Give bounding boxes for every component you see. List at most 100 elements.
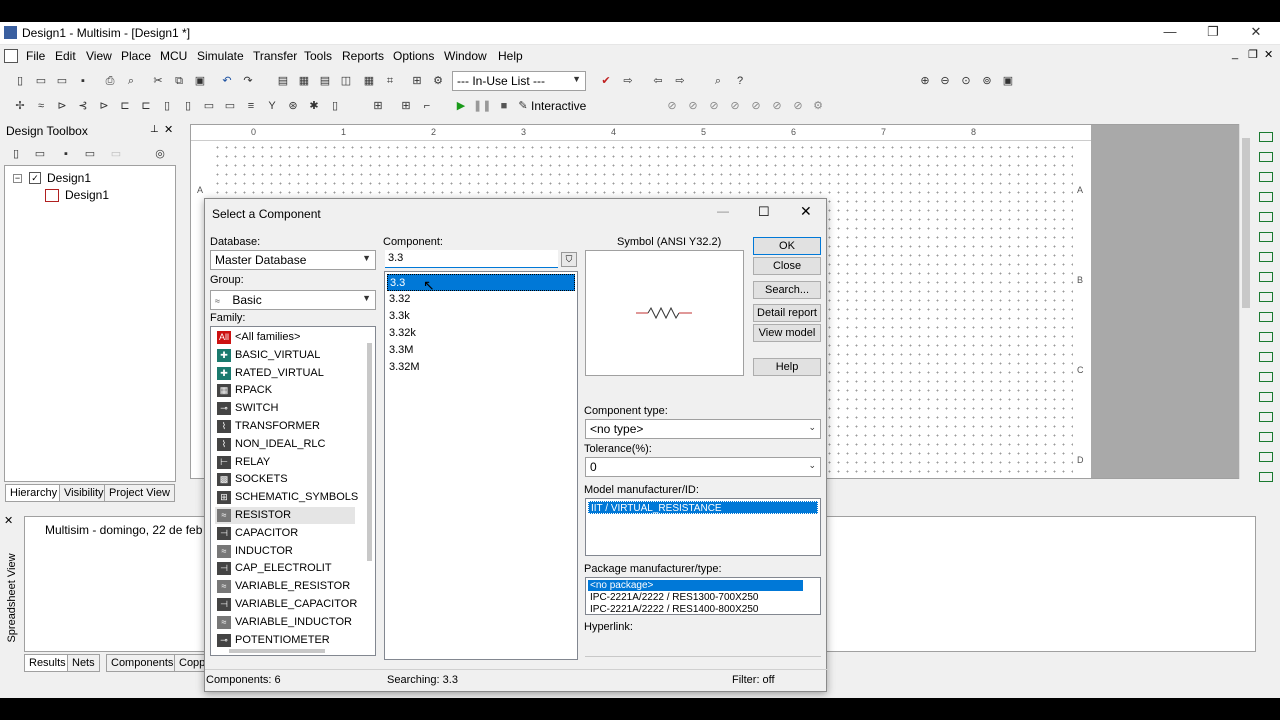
minimize-icon[interactable]: —: [1155, 24, 1185, 39]
component-list[interactable]: 3.3 3.32 3.3k 3.32k 3.3M 3.32M: [384, 271, 578, 660]
search-button[interactable]: Search...: [753, 281, 821, 299]
package-item[interactable]: IPC-2221A/2222 / RES1400-800X250: [588, 604, 803, 614]
database-icon[interactable]: ▤: [317, 73, 333, 89]
component-search-input[interactable]: 3.3: [385, 250, 558, 268]
open-design-icon[interactable]: ▭: [32, 146, 48, 162]
family-list[interactable]: All <All families> ✚ BASIC_VIRTUAL ✚ RATED_VI…: [210, 326, 376, 656]
mdi-minimize-icon[interactable]: _: [1232, 48, 1238, 60]
dialog-close-icon[interactable]: ✕: [800, 203, 812, 220]
in-use-list-dropdown[interactable]: --- In-Use List --- ▼: [452, 71, 586, 91]
function-generator-icon[interactable]: [1259, 152, 1273, 162]
copy-icon[interactable]: ⧉: [171, 73, 187, 89]
place-diode-icon[interactable]: ⊳: [54, 98, 70, 114]
search-icon[interactable]: ⌕: [710, 73, 726, 89]
component-item[interactable]: 3.32: [387, 291, 575, 308]
tree-root[interactable]: Design1: [47, 171, 91, 185]
place-misc-digital-icon[interactable]: ▯: [159, 98, 175, 114]
distortion-analyzer-icon[interactable]: [1259, 352, 1273, 362]
restore-icon[interactable]: ❐: [1198, 24, 1228, 40]
place-cmos-icon[interactable]: ⊏: [138, 98, 154, 114]
menu-edit[interactable]: Edit: [55, 49, 76, 63]
mdi-restore-icon[interactable]: ❐: [1248, 48, 1258, 61]
group-dropdown[interactable]: ≈ Basic ▼: [210, 290, 376, 310]
family-item[interactable]: ⊞ SCHEMATIC_SYMBOLS: [215, 489, 358, 506]
close-toolbox-icon[interactable]: ✕: [164, 123, 173, 136]
family-item[interactable]: All <All families>: [215, 329, 355, 346]
component-type-dropdown[interactable]: <no type> ⌄: [585, 419, 821, 439]
family-item[interactable]: ▦ RPACK: [215, 382, 355, 399]
family-item[interactable]: ≈ INDUCTOR: [215, 543, 355, 560]
cut-icon[interactable]: ✂: [150, 73, 166, 89]
probe-settings-icon[interactable]: ⊘: [790, 98, 806, 114]
family-item[interactable]: ⊢ RELAY: [215, 454, 355, 471]
place-mcu-icon[interactable]: ⊞: [370, 98, 386, 114]
new-icon[interactable]: ▯: [12, 73, 28, 89]
collapse-icon[interactable]: −: [13, 174, 22, 183]
family-item[interactable]: ≈ VARIABLE_RESISTOR: [215, 578, 355, 595]
agilent-oscilloscope-icon[interactable]: [1259, 452, 1273, 462]
probe-icon[interactable]: ✔: [598, 73, 614, 89]
menu-tools[interactable]: Tools: [304, 49, 332, 63]
package-list[interactable]: <no package> IPC-2221A/2222 / RES1300-70…: [585, 577, 821, 615]
agilent-generator-icon[interactable]: [1259, 412, 1273, 422]
network-analyzer-icon[interactable]: [1259, 392, 1273, 402]
place-analog-icon[interactable]: ⊳: [96, 98, 112, 114]
zoom-area-icon[interactable]: ⊙: [958, 73, 974, 89]
menu-options[interactable]: Options: [393, 49, 434, 63]
frequency-counter-icon[interactable]: [1259, 252, 1273, 262]
pin-icon[interactable]: ⊥: [150, 124, 159, 135]
spreadsheet-icon[interactable]: ▦: [296, 73, 312, 89]
save-design-icon[interactable]: ▪: [58, 146, 74, 162]
print-icon[interactable]: ⎙: [102, 73, 118, 89]
ok-button[interactable]: OK: [753, 237, 821, 255]
place-transistor-icon[interactable]: ⊰: [75, 98, 91, 114]
probe-digital-icon[interactable]: ⊘: [769, 98, 785, 114]
family-item[interactable]: ⌇ NON_IDEAL_RLC: [215, 436, 355, 453]
package-item[interactable]: <no package>: [588, 580, 803, 591]
menu-help[interactable]: Help: [498, 49, 523, 63]
toggle-toolbox-icon[interactable]: ▤: [275, 73, 291, 89]
transfer-icon[interactable]: ⚙: [430, 73, 446, 89]
place-connector-icon[interactable]: ▯: [327, 98, 343, 114]
tab-components[interactable]: Components: [106, 654, 179, 672]
probe-voltage-icon[interactable]: ⊘: [664, 98, 680, 114]
zoom-out-icon[interactable]: ⊖: [937, 73, 953, 89]
menu-file[interactable]: File: [26, 49, 45, 63]
tolerance-dropdown[interactable]: 0 ⌄: [585, 457, 821, 477]
oscilloscope-icon[interactable]: [1259, 192, 1273, 202]
component-item[interactable]: 3.3M: [387, 342, 575, 359]
place-mixed-icon[interactable]: ▯: [180, 98, 196, 114]
family-item[interactable]: ⊣ CAP_ELECTROLIT: [215, 560, 355, 577]
settings-icon[interactable]: ◎: [152, 146, 168, 162]
bode-plotter-icon[interactable]: [1259, 232, 1273, 242]
family-item[interactable]: ▩ SOCKETS: [215, 471, 355, 488]
detail-report-button[interactable]: Detail report: [753, 304, 821, 322]
annotate-icon[interactable]: ⊞: [409, 73, 425, 89]
dialog-minimize-icon[interactable]: —: [717, 204, 729, 218]
tab-results[interactable]: Results: [24, 654, 71, 672]
open-icon[interactable]: ▭: [33, 73, 49, 89]
place-electromech-icon[interactable]: ⊛: [285, 98, 301, 114]
menu-transfer[interactable]: Transfer: [253, 49, 297, 63]
tab-nets[interactable]: Nets: [67, 654, 100, 672]
tab-visibility[interactable]: Visibility: [59, 484, 109, 502]
probe-current-icon[interactable]: ⊘: [685, 98, 701, 114]
menu-view[interactable]: View: [86, 49, 112, 63]
place-ttl-icon[interactable]: ⊏: [117, 98, 133, 114]
menu-place[interactable]: Place: [121, 49, 151, 63]
probe-ref-icon[interactable]: ⊘: [748, 98, 764, 114]
scrollbar-thumb[interactable]: [1242, 138, 1250, 308]
stop-icon[interactable]: ■: [496, 98, 512, 114]
family-item[interactable]: ⊸ POTENTIOMETER: [215, 632, 355, 649]
family-item[interactable]: ✚ BASIC_VIRTUAL: [215, 347, 355, 364]
package-item[interactable]: IPC-2221A/2222 / RES1300-700X250: [588, 592, 803, 603]
place-bus-icon[interactable]: ⌐: [419, 98, 435, 114]
print-preview-icon[interactable]: ⌕: [123, 73, 139, 89]
close-icon[interactable]: ✕: [1241, 24, 1271, 40]
help-icon[interactable]: ?: [732, 73, 748, 89]
zoom-in-icon[interactable]: ⊕: [917, 73, 933, 89]
wattmeter-icon[interactable]: [1259, 172, 1273, 182]
component-item[interactable]: 3.32k: [387, 325, 575, 342]
model-list[interactable]: IIT / VIRTUAL_RESISTANCE: [585, 498, 821, 556]
view-model-button[interactable]: View model: [753, 324, 821, 342]
